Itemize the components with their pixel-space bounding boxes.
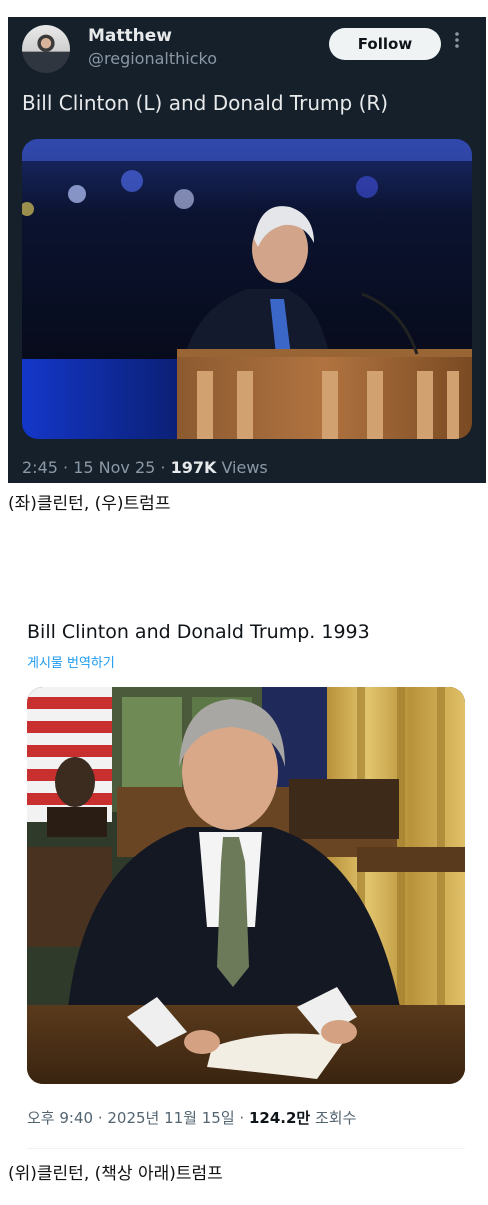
tweet-timestamp[interactable]: 2:45 · 15 Nov 25 · [22, 458, 171, 477]
follow-button[interactable]: Follow [329, 28, 441, 60]
translate-post-link[interactable]: 게시물 번역하기 [27, 652, 115, 671]
views-count-2: 124.2만 [248, 1109, 311, 1127]
views-label-2: 조회수 [310, 1109, 357, 1127]
tweet-timestamp-2[interactable]: 오후 9:40 · 2025년 11월 15일 · [27, 1109, 249, 1127]
tweet-text-2: Bill Clinton and Donald Trump. 1993 [27, 621, 370, 643]
tweet-meta-2: 오후 9:40 · 2025년 11월 15일 · 124.2만 조회수 [27, 1107, 356, 1128]
author-handle[interactable]: @regionalthicko [88, 49, 217, 68]
divider [27, 1148, 465, 1149]
views-count: 197K [170, 458, 217, 477]
author-name[interactable]: Matthew [88, 26, 172, 46]
more-dots-icon[interactable] [454, 31, 460, 49]
tweet-meta: 2:45 · 15 Nov 25 · 197K Views [22, 458, 268, 477]
caption-korean-1: (좌)클린턴, (우)트럼프 [8, 494, 171, 514]
caption-korean-2: (위)클린턴, (책상 아래)트럼프 [8, 1164, 223, 1184]
views-label: Views [216, 458, 268, 477]
tweet-card-dark: Matthew @regionalthicko Follow Bill Clin… [8, 17, 486, 483]
tweet-text: Bill Clinton (L) and Donald Trump (R) [22, 91, 389, 115]
author-avatar[interactable] [22, 25, 70, 73]
tweet-photo[interactable] [22, 139, 472, 439]
tweet-photo-2[interactable] [27, 687, 465, 1084]
